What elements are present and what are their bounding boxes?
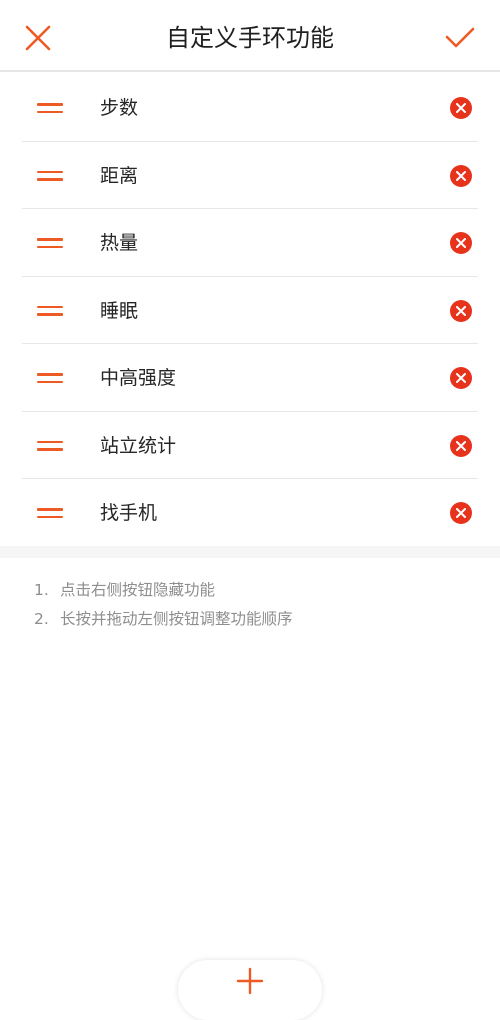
- remove-button[interactable]: [450, 502, 472, 524]
- add-feature-button[interactable]: [178, 960, 322, 1020]
- feature-list: 步数 距离 热量 睡眠 中高强度 站立统计 找手机: [0, 74, 500, 546]
- instruction-text: 点击右侧按钮隐藏功能: [60, 581, 216, 599]
- list-item: 中高强度: [0, 344, 500, 412]
- feature-label: 找手机: [100, 502, 158, 524]
- list-item: 热量: [0, 209, 500, 277]
- remove-button[interactable]: [450, 299, 472, 322]
- instruction-item: 1. 点击右侧按钮隐藏功能: [34, 576, 474, 605]
- list-item: 睡眠: [0, 277, 500, 344]
- list-item: 找手机: [0, 479, 500, 547]
- instruction-number: 2.: [34, 610, 49, 628]
- remove-icon: [456, 103, 466, 113]
- remove-icon: [456, 440, 466, 451]
- instruction-text: 长按并拖动左侧按钮调整功能顺序: [60, 610, 293, 628]
- feature-label: 站立统计: [100, 434, 177, 457]
- feature-label: 中高强度: [100, 367, 177, 389]
- remove-icon: [456, 373, 466, 383]
- remove-button[interactable]: [450, 232, 472, 254]
- remove-button[interactable]: [450, 97, 472, 119]
- remove-icon: [456, 305, 466, 316]
- list-item: 站立统计: [0, 412, 500, 479]
- list-item: 步数: [0, 74, 500, 142]
- remove-icon: [456, 170, 466, 181]
- instructions: 1. 点击右侧按钮隐藏功能 2. 长按并拖动左侧按钮调整功能顺序: [34, 576, 474, 634]
- instruction-item: 2. 长按并拖动左侧按钮调整功能顺序: [34, 605, 474, 634]
- remove-icon: [456, 508, 466, 518]
- feature-label: 步数: [100, 97, 139, 119]
- section-separator: [0, 546, 500, 558]
- feature-label: 热量: [100, 232, 139, 254]
- page-title: 自定义手环功能: [166, 24, 334, 52]
- remove-icon: [456, 238, 466, 248]
- drag-handle-icon[interactable]: [34, 368, 66, 388]
- drag-handle-icon[interactable]: [34, 166, 66, 186]
- remove-button[interactable]: [450, 367, 472, 389]
- plus-icon: [236, 967, 264, 995]
- feature-label: 睡眠: [100, 299, 139, 322]
- remove-button[interactable]: [450, 434, 472, 457]
- drag-handle-icon[interactable]: [34, 301, 66, 321]
- instruction-number: 1.: [34, 581, 49, 599]
- confirm-button[interactable]: [440, 20, 480, 56]
- drag-handle-icon[interactable]: [34, 233, 66, 253]
- drag-handle-icon[interactable]: [34, 503, 66, 523]
- drag-handle-icon[interactable]: [34, 98, 66, 118]
- drag-handle-icon[interactable]: [34, 436, 66, 456]
- top-bar: 自定义手环功能: [0, 0, 500, 72]
- list-item: 距离: [0, 142, 500, 209]
- feature-label: 距离: [100, 164, 139, 187]
- remove-button[interactable]: [450, 164, 472, 187]
- check-icon: [445, 27, 475, 48]
